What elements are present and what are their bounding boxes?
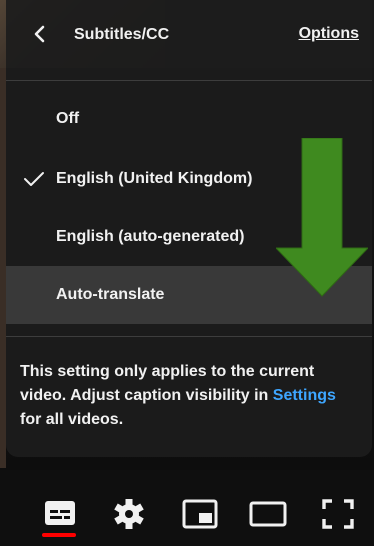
subtitles-icon[interactable] [40, 496, 80, 532]
miniplayer-icon[interactable] [180, 496, 220, 532]
subtitles-active-indicator [42, 533, 76, 537]
green-down-arrow-icon [276, 138, 368, 297]
settings-link[interactable]: Settings [273, 387, 336, 404]
caption-settings-notice: This setting only applies to the current… [20, 360, 360, 432]
fullscreen-icon[interactable] [318, 496, 358, 532]
menu-header: Subtitles/CC Options [6, 0, 372, 70]
theater-mode-icon[interactable] [248, 496, 288, 532]
menu-item-label: Off [56, 110, 80, 127]
options-link[interactable]: Options [299, 25, 359, 43]
notice-text-before: This setting only applies to the current… [20, 363, 315, 404]
menu-title: Subtitles/CC [74, 26, 170, 43]
chevron-left-icon[interactable] [30, 24, 50, 44]
notice-text-after: for all videos. [20, 411, 124, 428]
menu-item-label: English (United Kingdom) [56, 170, 253, 187]
header-divider [6, 80, 372, 81]
menu-item-label: Auto-translate [56, 286, 165, 303]
settings-gear-icon[interactable] [109, 496, 149, 532]
menu-item-label: English (auto-generated) [56, 228, 245, 245]
checkmark-icon [24, 172, 44, 186]
video-player: Subtitles/CC Options Off English (United… [0, 0, 377, 546]
notice-divider [6, 336, 372, 337]
